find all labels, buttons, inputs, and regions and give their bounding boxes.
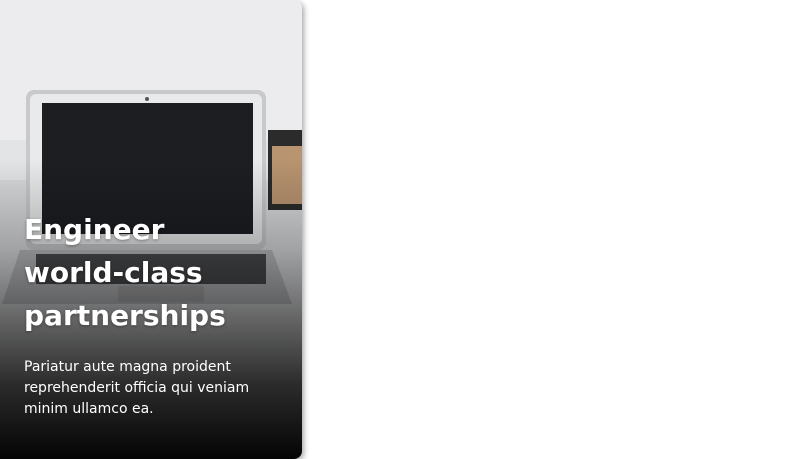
feature-card[interactable]: Engineer world-class partnerships Pariat… (0, 0, 302, 459)
card-title: Engineer world-class partnerships (24, 213, 226, 332)
card-description: Pariatur aute magna proident reprehender… (24, 359, 250, 417)
